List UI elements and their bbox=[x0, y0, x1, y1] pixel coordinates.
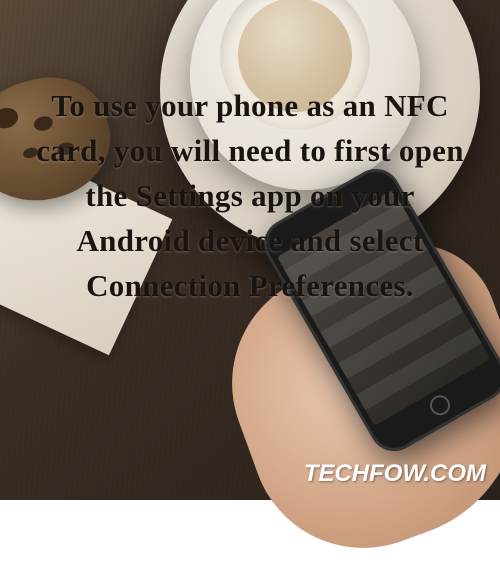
watermark-text: TECHFOW.COM bbox=[304, 460, 486, 488]
instruction-text: To use your phone as an NFC card, you wi… bbox=[35, 84, 465, 309]
text-overlay-container: To use your phone as an NFC card, you wi… bbox=[0, 84, 500, 309]
phone-home-button bbox=[426, 392, 453, 419]
